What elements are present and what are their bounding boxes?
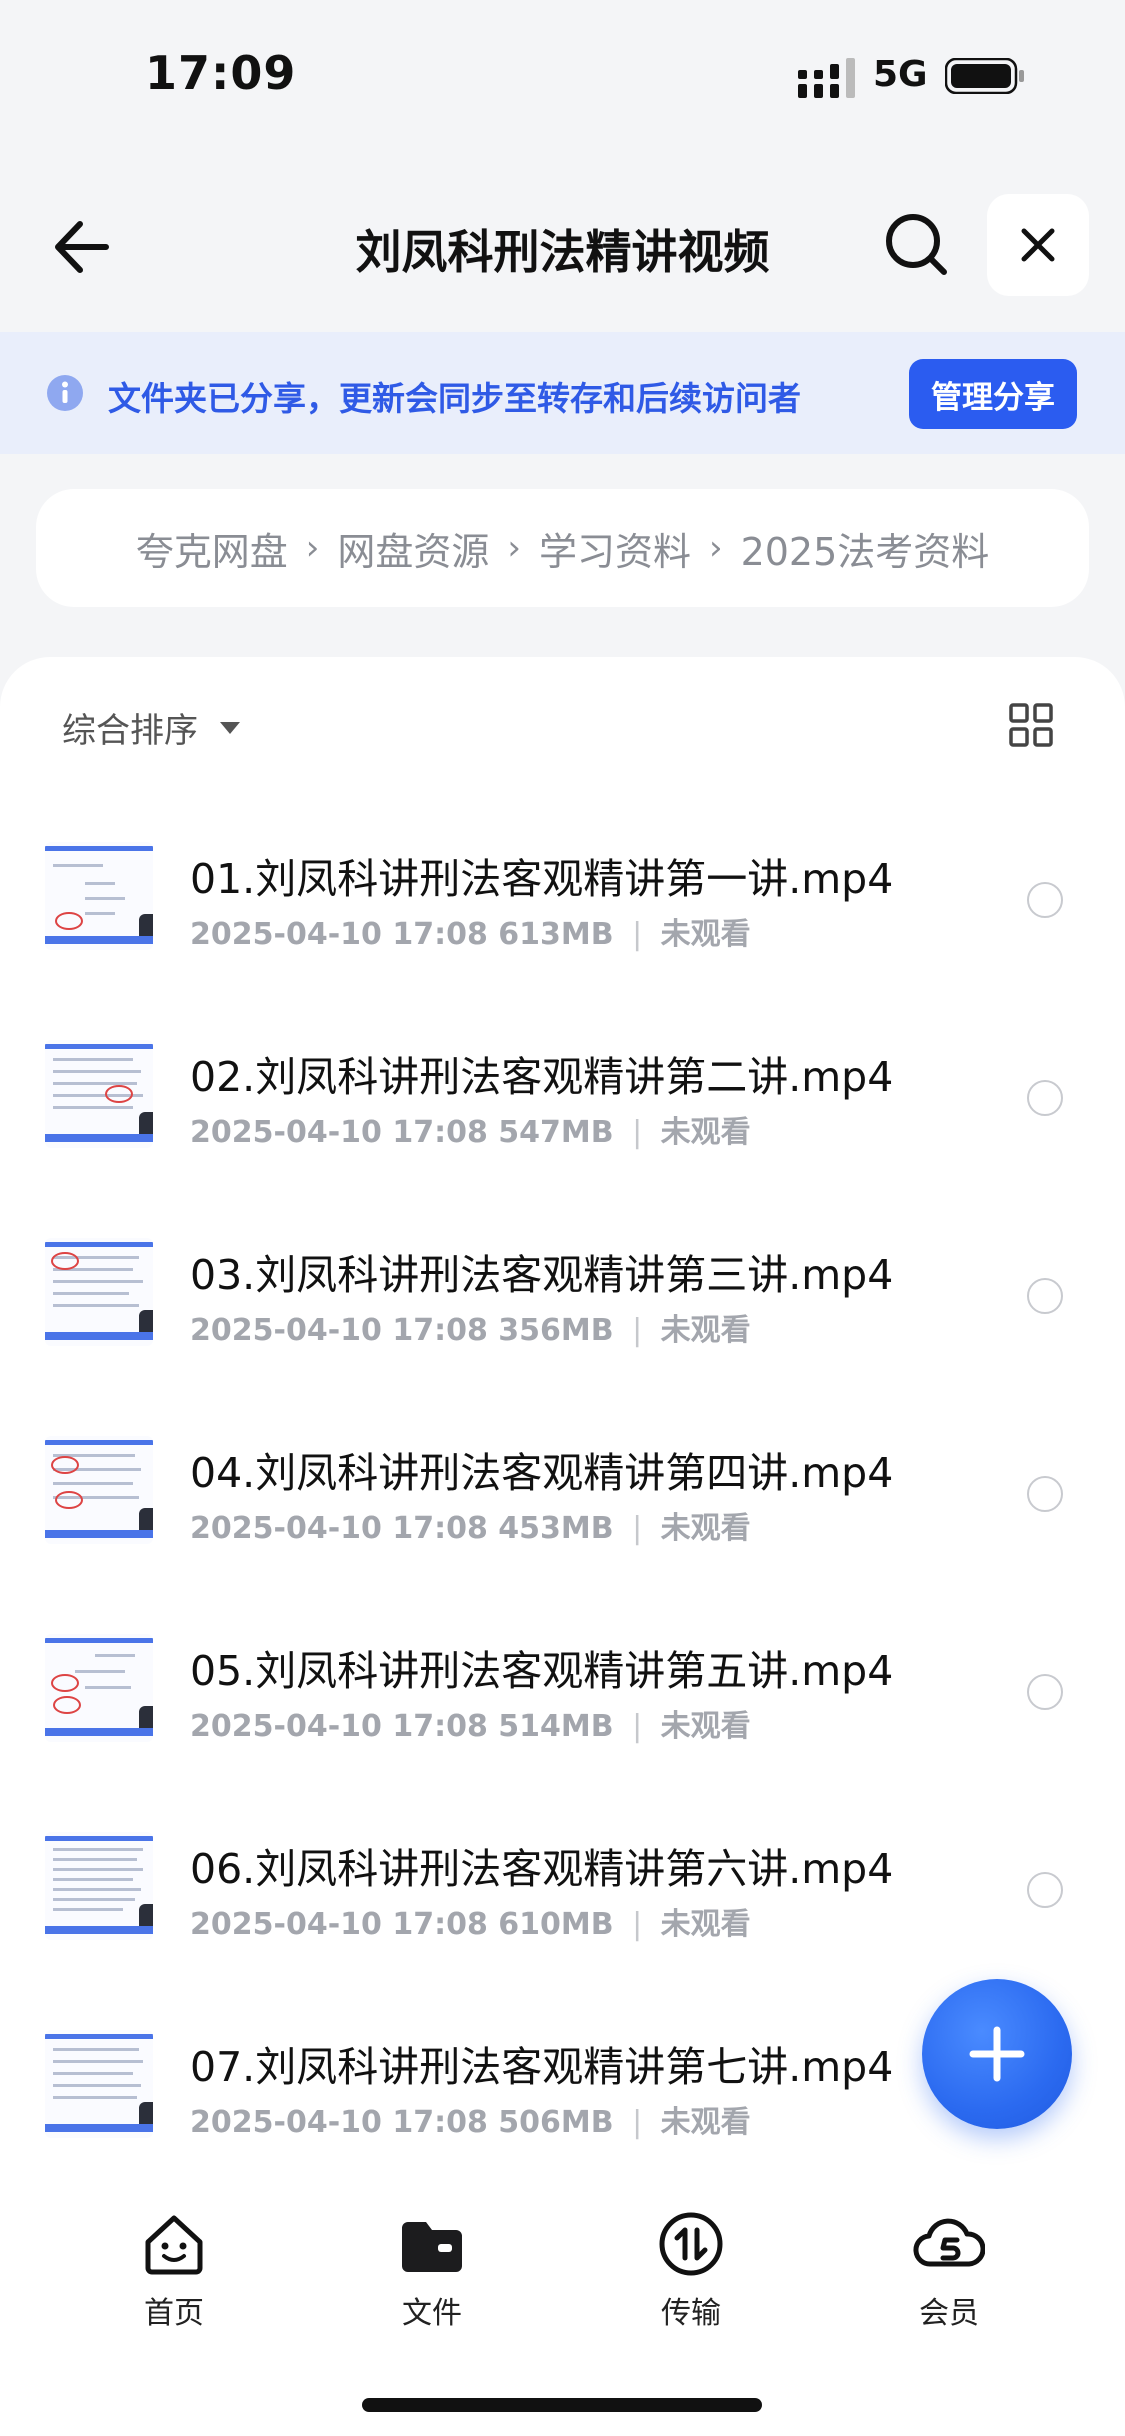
file-list-panel: 综合排序 01.刘凤科讲刑法客观精讲第一讲.mp4 2025-04-10 17:… bbox=[0, 657, 1125, 2436]
select-radio[interactable] bbox=[1027, 1476, 1063, 1512]
breadcrumb-item-drive-resources[interactable]: 网盘资源 bbox=[337, 521, 489, 576]
file-meta: 2025-04-10 17:08 356MB | 未观看 bbox=[190, 1313, 751, 1348]
file-row[interactable]: 06.刘凤科讲刑法客观精讲第六讲.mp4 2025-04-10 17:08 61… bbox=[0, 1817, 1125, 2015]
tab-label: 会员 bbox=[919, 2296, 979, 2331]
breadcrumb-item-study-materials[interactable]: 学习资料 bbox=[539, 521, 691, 576]
breadcrumb-item-quark-drive[interactable]: 夸克网盘 bbox=[136, 521, 288, 576]
breadcrumb-separator: › bbox=[507, 528, 521, 568]
close-icon bbox=[1021, 228, 1055, 262]
select-radio[interactable] bbox=[1027, 1278, 1063, 1314]
file-watch-status: 未观看 bbox=[660, 1115, 751, 1150]
file-watch-status: 未观看 bbox=[660, 1709, 751, 1744]
manage-share-button[interactable]: 管理分享 bbox=[909, 359, 1077, 429]
file-date: 2025-04-10 17:08 bbox=[190, 1907, 488, 1942]
file-size: 356MB bbox=[498, 1313, 614, 1348]
breadcrumb-item-current-folder[interactable]: 2025法考资料 bbox=[741, 521, 990, 576]
share-banner-text: 文件夹已分享，更新会同步至转存和后续访问者 bbox=[108, 379, 801, 418]
grid-view-icon[interactable] bbox=[1009, 703, 1053, 747]
network-label: 5G bbox=[873, 54, 928, 95]
file-size: 547MB bbox=[498, 1115, 614, 1150]
select-radio[interactable] bbox=[1027, 1674, 1063, 1710]
video-thumbnail bbox=[45, 1238, 153, 1346]
video-thumbnail bbox=[45, 1040, 153, 1148]
file-date: 2025-04-10 17:08 bbox=[190, 1313, 488, 1348]
file-watch-status: 未观看 bbox=[660, 917, 751, 952]
file-date: 2025-04-10 17:08 bbox=[190, 2105, 488, 2140]
caret-down-icon bbox=[220, 721, 240, 734]
sort-label: 综合排序 bbox=[62, 711, 198, 751]
select-radio[interactable] bbox=[1027, 882, 1063, 918]
breadcrumb-separator: › bbox=[708, 528, 723, 568]
share-banner: 文件夹已分享，更新会同步至转存和后续访问者 管理分享 bbox=[0, 332, 1125, 454]
file-meta: 2025-04-10 17:08 547MB | 未观看 bbox=[190, 1115, 751, 1150]
video-thumbnail bbox=[45, 1634, 153, 1742]
tab-files[interactable]: 文件 bbox=[352, 2208, 512, 2332]
search-icon[interactable] bbox=[880, 208, 952, 280]
file-size: 613MB bbox=[498, 917, 614, 952]
home-smile-icon bbox=[145, 2215, 203, 2275]
file-row[interactable]: 02.刘凤科讲刑法客观精讲第二讲.mp4 2025-04-10 17:08 54… bbox=[0, 1025, 1125, 1223]
file-date: 2025-04-10 17:08 bbox=[190, 1115, 488, 1150]
file-size: 453MB bbox=[498, 1511, 614, 1546]
sort-dropdown[interactable]: 综合排序 bbox=[62, 703, 240, 752]
file-meta: 2025-04-10 17:08 610MB | 未观看 bbox=[190, 1907, 751, 1942]
file-name: 06.刘凤科讲刑法客观精讲第六讲.mp4 bbox=[190, 1845, 894, 1893]
tab-transfer[interactable]: 传输 bbox=[611, 2208, 771, 2332]
transfer-icon bbox=[659, 2212, 723, 2276]
file-watch-status: 未观看 bbox=[660, 2105, 751, 2140]
tab-vip[interactable]: 会员 bbox=[869, 2208, 1029, 2332]
file-name: 04.刘凤科讲刑法客观精讲第四讲.mp4 bbox=[190, 1449, 894, 1497]
file-watch-status: 未观看 bbox=[660, 1313, 751, 1348]
video-thumbnail bbox=[45, 1832, 153, 1940]
tab-home[interactable]: 首页 bbox=[94, 2208, 254, 2332]
file-date: 2025-04-10 17:08 bbox=[190, 917, 488, 952]
status-time: 17:09 bbox=[145, 46, 297, 100]
file-row[interactable]: 05.刘凤科讲刑法客观精讲第五讲.mp4 2025-04-10 17:08 51… bbox=[0, 1619, 1125, 1817]
file-date: 2025-04-10 17:08 bbox=[190, 1511, 488, 1546]
file-name: 05.刘凤科讲刑法客观精讲第五讲.mp4 bbox=[190, 1647, 894, 1695]
file-name: 03.刘凤科讲刑法客观精讲第三讲.mp4 bbox=[190, 1251, 894, 1299]
file-name: 02.刘凤科讲刑法客观精讲第二讲.mp4 bbox=[190, 1053, 894, 1101]
file-row[interactable]: 01.刘凤科讲刑法客观精讲第一讲.mp4 2025-04-10 17:08 61… bbox=[0, 827, 1125, 1025]
file-name: 07.刘凤科讲刑法客观精讲第七讲.mp4 bbox=[190, 2043, 894, 2091]
file-watch-status: 未观看 bbox=[660, 1511, 751, 1546]
file-size: 514MB bbox=[498, 1709, 614, 1744]
file-meta: 2025-04-10 17:08 613MB | 未观看 bbox=[190, 917, 751, 952]
tab-label: 首页 bbox=[144, 2296, 204, 2331]
file-meta: 2025-04-10 17:08 453MB | 未观看 bbox=[190, 1511, 751, 1546]
info-icon bbox=[47, 375, 83, 411]
file-date: 2025-04-10 17:08 bbox=[190, 1709, 488, 1744]
video-thumbnail bbox=[45, 1436, 153, 1544]
file-size: 610MB bbox=[498, 1907, 614, 1942]
breadcrumb-separator: › bbox=[305, 528, 320, 568]
select-radio[interactable] bbox=[1027, 1080, 1063, 1116]
plus-icon bbox=[969, 2026, 1025, 2082]
file-meta: 2025-04-10 17:08 514MB | 未观看 bbox=[190, 1709, 751, 1744]
tab-label: 文件 bbox=[402, 2296, 462, 2331]
select-radio[interactable] bbox=[1027, 1872, 1063, 1908]
status-bar: 17:09 5G bbox=[0, 0, 1125, 150]
file-size: 506MB bbox=[498, 2105, 614, 2140]
folder-icon bbox=[402, 2222, 462, 2272]
file-row[interactable]: 03.刘凤科讲刑法客观精讲第三讲.mp4 2025-04-10 17:08 35… bbox=[0, 1223, 1125, 1421]
home-indicator bbox=[362, 2398, 762, 2412]
add-button[interactable] bbox=[922, 1979, 1072, 2129]
tab-label: 传输 bbox=[661, 2296, 721, 2331]
page-title: 刘凤科刑法精讲视频 bbox=[355, 225, 770, 279]
battery-icon bbox=[945, 58, 1024, 94]
signal-icon bbox=[798, 58, 855, 98]
video-thumbnail bbox=[45, 842, 153, 950]
vip-cloud-icon bbox=[913, 2218, 985, 2267]
file-watch-status: 未观看 bbox=[660, 1907, 751, 1942]
video-thumbnail bbox=[45, 2030, 153, 2138]
close-button[interactable] bbox=[987, 194, 1089, 296]
file-name: 01.刘凤科讲刑法客观精讲第一讲.mp4 bbox=[190, 855, 894, 903]
file-row[interactable]: 04.刘凤科讲刑法客观精讲第四讲.mp4 2025-04-10 17:08 45… bbox=[0, 1421, 1125, 1619]
breadcrumb: 夸克网盘 › 网盘资源 › 学习资料 › 2025法考资料 bbox=[36, 489, 1089, 607]
nav-bar: 刘凤科刑法精讲视频 bbox=[0, 180, 1125, 310]
file-meta: 2025-04-10 17:08 506MB | 未观看 bbox=[190, 2105, 751, 2140]
